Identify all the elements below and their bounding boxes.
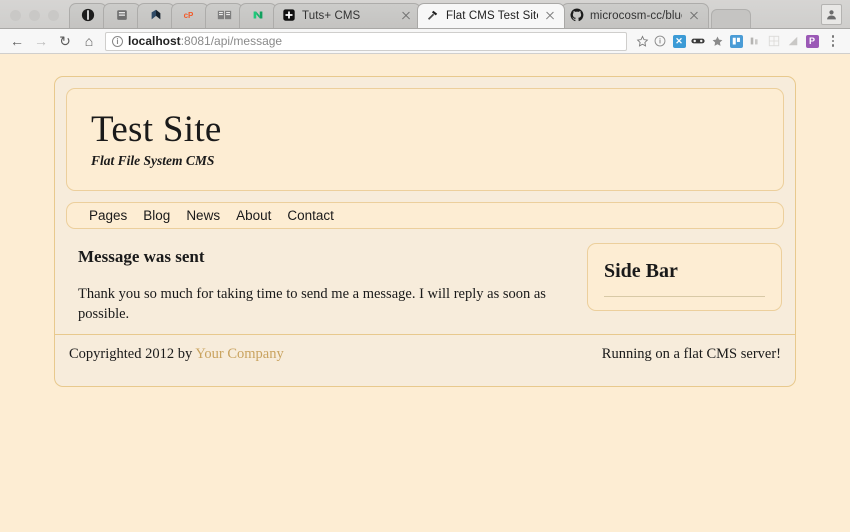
message-body: Thank you so much for taking time to sen… — [78, 286, 546, 322]
blue-shape-icon — [149, 8, 163, 25]
tab-close-icon[interactable] — [400, 10, 412, 22]
content-area: Message was sent Thank you so much for t… — [66, 229, 784, 334]
info-extension-icon[interactable] — [652, 33, 668, 49]
site-info-icon[interactable]: i — [112, 35, 123, 47]
message-heading: Message was sent — [78, 247, 205, 266]
green-m-icon — [251, 8, 265, 25]
tab-headphones[interactable] — [69, 3, 107, 28]
new-tab-button[interactable] — [711, 9, 751, 28]
cpanel-icon: cP — [182, 8, 198, 25]
main-content: Message was sent Thank you so much for t… — [68, 243, 569, 324]
back-arrow-icon[interactable]: ← — [6, 30, 28, 52]
url-text: localhost:8081/api/message — [128, 34, 282, 48]
maximize-window-button[interactable] — [48, 10, 59, 21]
bars-extension-icon[interactable] — [747, 33, 763, 49]
hammer-icon — [426, 8, 440, 25]
tab-dictionary[interactable] — [205, 3, 243, 28]
tab-label: Flat CMS Test Site — [446, 10, 538, 22]
browser-window: cP Tuts+ CMS Flat CMS Test Site microcos… — [0, 0, 850, 532]
main-navigation: Pages Blog News About Contact — [66, 202, 784, 229]
minimize-window-button[interactable] — [29, 10, 40, 21]
address-bar[interactable]: i localhost:8081/api/message — [105, 31, 627, 51]
browser-toolbar: ← → ↻ ⌂ i localhost:8081/api/message ✕ P — [0, 29, 850, 54]
footer-company-link[interactable]: Your Company — [195, 346, 283, 362]
goggles-extension-icon[interactable] — [690, 33, 706, 49]
url-path: :8081/api/message — [180, 34, 283, 48]
nav-item-pages[interactable]: Pages — [89, 208, 127, 223]
footer-copyright: Copyrighted 2012 by Your Company — [69, 346, 284, 363]
tab-github-bluemonday[interactable]: microcosm-cc/bluemonday: b — [561, 3, 709, 28]
nav-item-blog[interactable]: Blog — [143, 208, 170, 223]
footer-server-note: Running on a flat CMS server! — [601, 346, 781, 363]
sidebar-title: Side Bar — [604, 260, 678, 282]
tab-notebook[interactable] — [103, 3, 141, 28]
tab-green-m[interactable] — [239, 3, 277, 28]
reload-icon[interactable]: ↻ — [54, 30, 76, 52]
sidebar-divider — [604, 296, 765, 297]
tab-close-icon[interactable] — [688, 10, 700, 22]
tab-strip: cP Tuts+ CMS Flat CMS Test Site microcos… — [0, 0, 850, 29]
notebook-icon — [115, 8, 129, 25]
footer-copyright-text: Copyrighted 2012 by — [69, 346, 193, 363]
forward-arrow-icon[interactable]: → — [30, 30, 52, 52]
headphones-icon — [81, 8, 95, 25]
tab-label: microcosm-cc/bluemonday: b — [590, 10, 682, 22]
nav-item-news[interactable]: News — [186, 208, 220, 223]
page-extension-icon[interactable] — [785, 33, 801, 49]
close-window-button[interactable] — [10, 10, 21, 21]
bookmark-star-icon[interactable] — [634, 33, 650, 49]
extension-icons: ✕ P — [652, 33, 820, 49]
site-tagline: Flat File System CMS — [91, 152, 215, 168]
sidebar: Side Bar — [587, 243, 782, 311]
github-icon — [570, 8, 584, 25]
xmarks-extension-icon[interactable]: ✕ — [671, 33, 687, 49]
page-title: Test Site — [91, 109, 222, 150]
profile-avatar-icon[interactable] — [821, 4, 842, 25]
nav-item-about[interactable]: About — [236, 208, 271, 223]
kebab-menu-icon[interactable] — [822, 30, 844, 52]
dictionary-icon — [217, 8, 232, 25]
url-host: localhost — [128, 34, 181, 48]
site-header: Test Site Flat File System CMS — [66, 88, 784, 191]
grid-extension-icon[interactable] — [766, 33, 782, 49]
tutsplus-icon — [282, 8, 296, 25]
site-footer: Copyrighted 2012 by Your Company Running… — [55, 334, 795, 375]
trello-extension-icon[interactable] — [728, 33, 744, 49]
home-icon[interactable]: ⌂ — [78, 30, 100, 52]
pocket-extension-icon[interactable]: P — [804, 33, 820, 49]
tab-cpanel[interactable]: cP — [171, 3, 209, 28]
tab-close-icon[interactable] — [544, 10, 556, 22]
page-viewport: Test Site Flat File System CMS Pages Blo… — [0, 54, 850, 532]
star-extension-icon[interactable] — [709, 33, 725, 49]
svg-text:cP: cP — [184, 11, 194, 20]
tab-blue-shape[interactable] — [137, 3, 175, 28]
tab-label: Tuts+ CMS — [302, 10, 361, 22]
tab-flat-cms-test-site[interactable]: Flat CMS Test Site — [417, 3, 565, 28]
window-controls — [6, 10, 69, 28]
site-wrapper: Test Site Flat File System CMS Pages Blo… — [54, 76, 796, 388]
tab-tutsplus-cms[interactable]: Tuts+ CMS — [273, 3, 421, 28]
nav-item-contact[interactable]: Contact — [287, 208, 334, 223]
